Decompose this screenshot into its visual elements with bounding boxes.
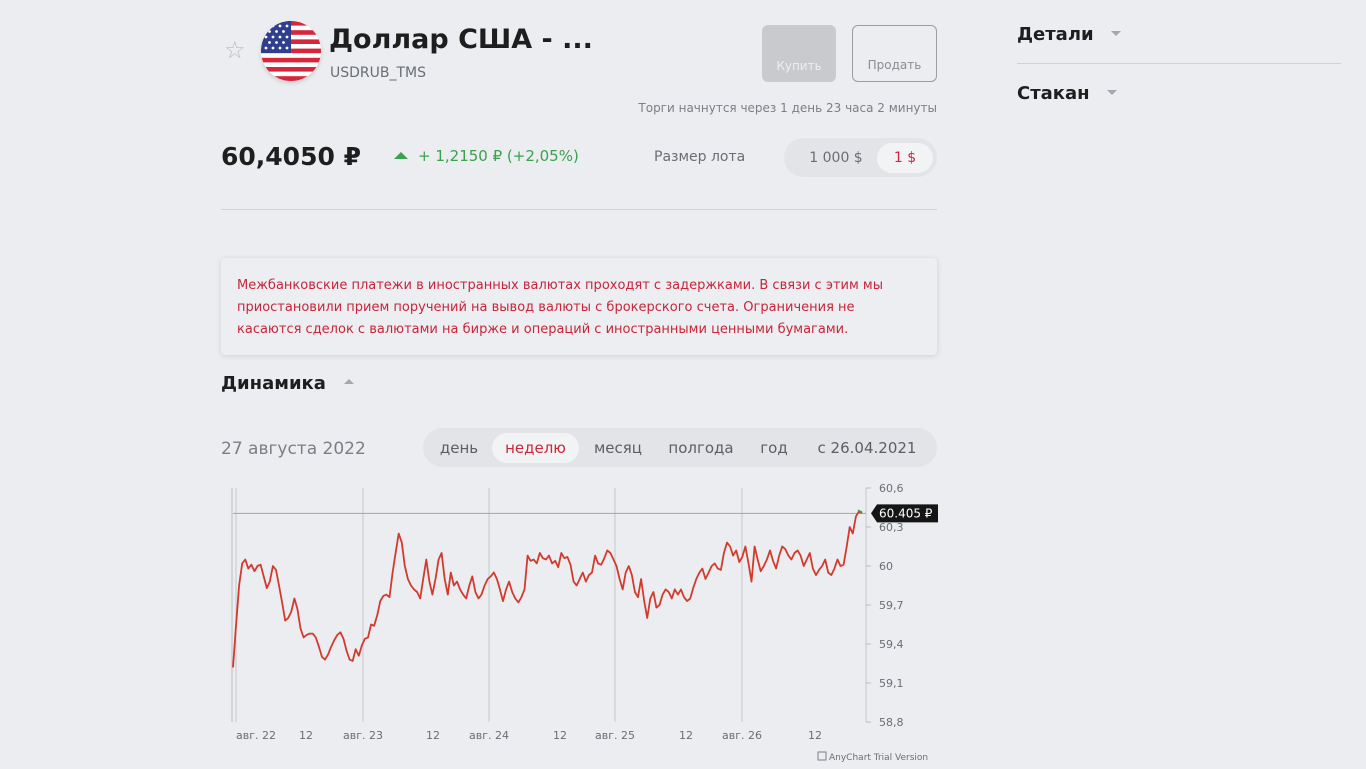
notice-box: Межбанковские платежи в иностранных валю… xyxy=(221,258,937,355)
chart-x-tick-label: авг. 26 xyxy=(722,729,762,742)
period-since[interactable]: с 26.04.2021 xyxy=(807,433,927,463)
us-flag-icon xyxy=(261,21,321,81)
buy-button[interactable]: Купить xyxy=(762,25,836,82)
orderbook-toggle[interactable]: Стакан xyxy=(1017,83,1090,104)
details-toggle[interactable]: Детали xyxy=(1017,24,1094,45)
lot-option-1000[interactable]: 1 000 $ xyxy=(794,143,878,173)
chevron-down-icon[interactable] xyxy=(1107,90,1117,95)
chart-x-tick-label: 12 xyxy=(679,729,693,742)
period-year[interactable]: год xyxy=(751,433,797,463)
chart-watermark: AnyChart Trial Version xyxy=(829,753,928,763)
chart-x-tick-label: авг. 23 xyxy=(343,729,383,742)
notice-text: Межбанковские платежи в иностранных валю… xyxy=(237,278,883,337)
period-day[interactable]: день xyxy=(431,433,487,463)
chart-y-tick-label: 59,4 xyxy=(879,638,904,651)
chevron-down-icon[interactable] xyxy=(1111,31,1121,36)
favorite-star-icon[interactable]: ☆ xyxy=(224,38,246,62)
chart-y-tick-label: 60 xyxy=(879,560,893,573)
period-selector: день неделю месяц полгода год с 26.04.20… xyxy=(423,428,937,467)
sell-button[interactable]: Продать xyxy=(852,25,937,82)
period-half-year[interactable]: полгода xyxy=(661,433,741,463)
chart-logo-icon xyxy=(817,751,827,761)
divider xyxy=(221,209,937,210)
chart-date: 27 августа 2022 xyxy=(221,439,366,459)
chart-y-tick-label: 59,1 xyxy=(879,677,904,690)
price-change: + 1,2150 ₽ (+2,05%) xyxy=(394,147,579,165)
period-month[interactable]: месяц xyxy=(583,433,653,463)
trading-start-note: Торги начнутся через 1 день 23 часа 2 ми… xyxy=(638,101,937,115)
chart-y-tick-label: 60,6 xyxy=(879,482,904,495)
period-week[interactable]: неделю xyxy=(492,433,579,463)
chart-x-tick-label: 12 xyxy=(299,729,313,742)
lot-size-toggle: 1 000 $ 1 $ xyxy=(784,138,937,177)
price-chart[interactable]: авг. 22 12 авг. 23 12 авг. 24 12 авг. 25 12 авг.… xyxy=(221,478,941,768)
chart-x-tick-label: 12 xyxy=(808,729,822,742)
instrument-ticker: USDRUB_TMS xyxy=(330,65,427,81)
chart-y-tick-label: 60,3 xyxy=(879,521,904,534)
chart-x-tick-label: 12 xyxy=(426,729,440,742)
chart-x-tick-label: авг. 22 xyxy=(236,729,276,742)
dynamics-title[interactable]: Динамика xyxy=(221,373,326,394)
triangle-up-icon xyxy=(394,152,408,159)
side-divider xyxy=(1017,63,1341,64)
instrument-title: Доллар США - ... xyxy=(329,24,593,55)
chart-current-value-label: 60.405 ₽ xyxy=(879,506,933,520)
lot-size-label: Размер лота xyxy=(654,149,746,165)
chart-x-tick-label: авг. 25 xyxy=(595,729,635,742)
chart-y-tick-label: 59,7 xyxy=(879,599,904,612)
chart-x-tick-label: авг. 24 xyxy=(469,729,509,742)
price-change-value: + 1,2150 ₽ (+2,05%) xyxy=(418,147,579,165)
chart-series-line[interactable] xyxy=(232,510,863,668)
chart-y-tick-label: 58,8 xyxy=(879,716,904,729)
lot-option-1[interactable]: 1 $ xyxy=(877,143,933,173)
current-price: 60,4050 ₽ xyxy=(221,142,361,171)
chart-x-tick-label: 12 xyxy=(553,729,567,742)
chevron-up-icon[interactable] xyxy=(344,379,354,384)
